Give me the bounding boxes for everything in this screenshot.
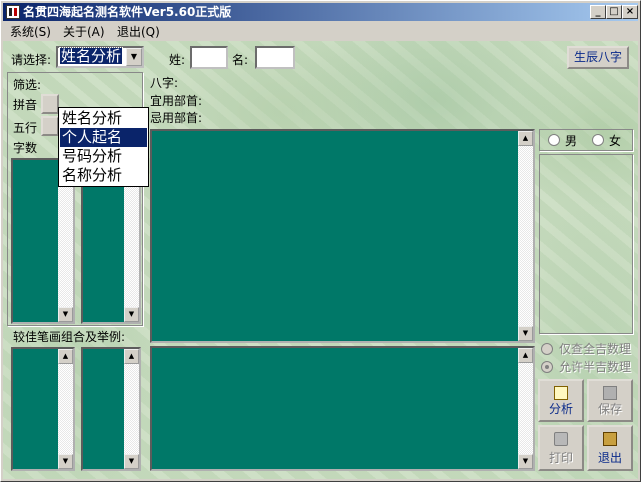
- minimize-button[interactable]: _: [590, 5, 606, 19]
- scroll-up-icon[interactable]: ▲: [518, 131, 533, 146]
- chevron-down-icon[interactable]: ▼: [126, 48, 142, 66]
- floppy-disk-icon: [603, 386, 617, 400]
- scroll-up-icon[interactable]: ▲: [124, 349, 139, 364]
- dropdown-option-number-analysis[interactable]: 号码分析: [60, 147, 147, 166]
- stroke-combo-label: 较佳笔画组合及举例:: [13, 330, 126, 344]
- scroll-up-icon[interactable]: ▲: [518, 348, 533, 363]
- yiyong-label: 宜用部首:: [150, 94, 203, 108]
- pinyin-filter[interactable]: [41, 94, 59, 114]
- menu-bar: 系统(S) 关于(A) 退出(Q): [3, 23, 638, 41]
- stroke-combo-list-left[interactable]: ▲ ▼: [11, 347, 75, 471]
- detail-result-panel[interactable]: ▲ ▼: [150, 346, 535, 471]
- main-window: 名贯四海起名测名软件Ver5.60正式版 _ □ × 系统(S) 关于(A) 退…: [0, 0, 641, 482]
- analysis-result-panel[interactable]: ▲ ▼: [150, 129, 535, 343]
- pinyin-label: 拼音: [13, 98, 38, 112]
- female-radio[interactable]: [592, 134, 604, 146]
- scrollbar[interactable]: ▲ ▼: [124, 349, 139, 469]
- close-button[interactable]: ×: [622, 5, 638, 19]
- save-label: 保存: [597, 402, 622, 416]
- select-label: 请选择:: [11, 53, 52, 67]
- female-label: 女: [609, 134, 622, 148]
- full-auspicious-label: 仅查全吉数理: [559, 342, 632, 356]
- givenname-input[interactable]: [255, 46, 295, 69]
- wuxing-label: 五行: [13, 121, 38, 135]
- menu-system[interactable]: 系统(S): [10, 25, 51, 39]
- dropdown-option-personal-naming[interactable]: 个人起名: [60, 128, 147, 147]
- print-label: 打印: [548, 451, 573, 465]
- scroll-down-icon[interactable]: ▼: [58, 307, 73, 322]
- radio-dot-icon: [545, 365, 549, 369]
- full-auspicious-radio[interactable]: [541, 343, 553, 355]
- bazi-info-label: 八字:: [150, 76, 179, 90]
- analyze-label: 分析: [548, 402, 573, 416]
- scroll-down-icon[interactable]: ▼: [124, 307, 139, 322]
- givenname-label: 名:: [232, 53, 249, 67]
- scrollbar[interactable]: ▲ ▼: [518, 131, 533, 341]
- exit-label: 退出: [597, 451, 622, 465]
- stroke-combo-list-right[interactable]: ▲ ▼: [81, 347, 141, 471]
- filter-title: 筛选:: [13, 78, 42, 92]
- save-button[interactable]: 保存: [587, 379, 633, 422]
- menu-about[interactable]: 关于(A): [63, 25, 105, 39]
- mode-dropdown-list[interactable]: 姓名分析 个人起名 号码分析 名称分析: [58, 107, 149, 187]
- window-title: 名贯四海起名测名软件Ver5.60正式版: [23, 5, 232, 19]
- app-icon: [6, 5, 20, 19]
- dropdown-option-title-analysis[interactable]: 名称分析: [60, 166, 147, 185]
- scroll-down-icon[interactable]: ▼: [518, 326, 533, 341]
- scrollbar[interactable]: ▲ ▼: [518, 348, 533, 469]
- surname-input[interactable]: [190, 46, 228, 69]
- scroll-down-icon[interactable]: ▼: [58, 454, 73, 469]
- preview-groupbox: [539, 154, 633, 334]
- analyze-button[interactable]: 分析: [538, 379, 584, 422]
- half-auspicious-label: 允许半吉数理: [559, 360, 632, 374]
- wuxing-filter[interactable]: [41, 116, 59, 136]
- mode-select-value: 姓名分析: [58, 47, 124, 65]
- scroll-down-icon[interactable]: ▼: [124, 454, 139, 469]
- scroll-down-icon[interactable]: ▼: [518, 454, 533, 469]
- print-button[interactable]: 打印: [538, 425, 584, 471]
- printer-icon: [554, 432, 568, 446]
- male-label: 男: [565, 134, 578, 148]
- maximize-button[interactable]: □: [606, 5, 622, 19]
- menu-exit[interactable]: 退出(Q): [117, 25, 160, 39]
- document-icon: [554, 386, 568, 400]
- surname-label: 姓:: [169, 53, 186, 67]
- zishu-label: 字数: [13, 141, 38, 155]
- scroll-up-icon[interactable]: ▲: [58, 349, 73, 364]
- exit-door-icon: [603, 432, 617, 446]
- dropdown-option-name-analysis[interactable]: 姓名分析: [60, 109, 147, 128]
- exit-button[interactable]: 退出: [587, 425, 633, 471]
- scrollbar[interactable]: ▲ ▼: [58, 349, 73, 469]
- title-bar[interactable]: 名贯四海起名测名软件Ver5.60正式版 _ □ ×: [3, 3, 638, 21]
- male-radio[interactable]: [548, 134, 560, 146]
- mode-select[interactable]: 姓名分析 ▼: [56, 46, 144, 68]
- half-auspicious-radio[interactable]: [541, 361, 553, 373]
- bazi-button[interactable]: 生辰八字: [567, 46, 629, 69]
- client-area: 请选择: 姓名分析 ▼ 姓: 名: 生辰八字 筛选: 拼音 五行 字数 ▲ ▼ …: [3, 41, 638, 479]
- jiyong-label: 忌用部首:: [150, 111, 203, 125]
